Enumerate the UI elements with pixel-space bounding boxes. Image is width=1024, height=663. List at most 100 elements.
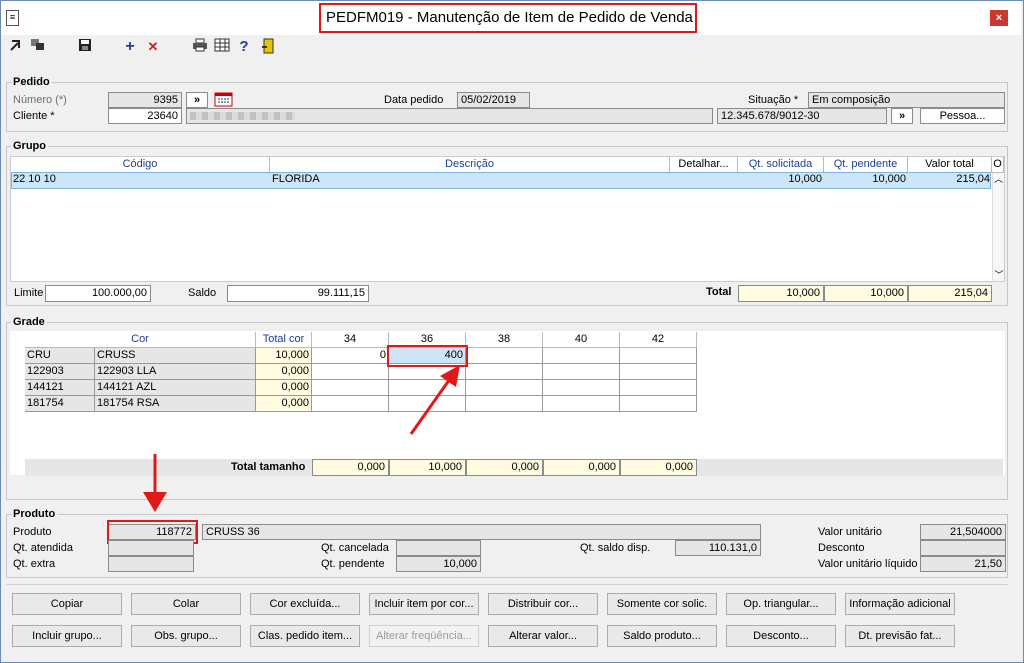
valor-unitario-label: Valor unitário (818, 526, 882, 538)
data-pedido-label: Data pedido (384, 94, 444, 106)
alterar-frequencia-button[interactable]: Alterar freqüência... (369, 625, 479, 647)
limite-field[interactable]: 100.000,00 (45, 285, 151, 302)
total-qt-pendente: 10,000 (824, 285, 908, 302)
grid-view-icon[interactable] (213, 38, 231, 56)
grade-cell-34[interactable] (312, 364, 389, 380)
clas-pedido-item-button[interactable]: Clas. pedido item... (250, 625, 360, 647)
grade-cell-38[interactable] (466, 380, 543, 396)
distribuir-cor-button[interactable]: Distribuir cor... (488, 593, 598, 615)
informacao-adicional-button[interactable]: Informação adicional (845, 593, 955, 615)
desconto-button[interactable]: Desconto... (726, 625, 836, 647)
numero-field[interactable]: 9395 (108, 92, 182, 108)
qt-atendida-field (108, 540, 194, 556)
grade-cell-40[interactable] (543, 364, 620, 380)
dt-previsao-fat-button[interactable]: Dt. previsão fat... (845, 625, 955, 647)
grade-cell-38[interactable] (466, 396, 543, 412)
grupo-header-o[interactable]: O (992, 157, 1004, 173)
grade-header-total-cor[interactable]: Total cor (256, 332, 312, 348)
cnpj-nav-button[interactable]: » (891, 108, 913, 124)
total-size-38: 0,000 (466, 459, 543, 476)
grade-cell-34[interactable] (312, 396, 389, 412)
grupo-row-descricao: FLORIDA (272, 173, 320, 185)
grupo-row-codigo: 22 10 10 (13, 173, 56, 185)
cor-excluida-button[interactable]: Cor excluída... (250, 593, 360, 615)
save-icon[interactable] (76, 38, 94, 56)
grupo-header-qt-solicitada[interactable]: Qt. solicitada (738, 157, 824, 173)
incluir-item-por-cor-button[interactable]: Incluir item por cor... (369, 593, 479, 615)
desconto-field (920, 540, 1006, 556)
grade-cell-40[interactable] (543, 348, 620, 364)
grade-header-size-42[interactable]: 42 (620, 332, 697, 348)
help-icon[interactable]: ? (235, 38, 253, 56)
grade-row-total: 10,000 (256, 348, 312, 364)
grade-header-size-34[interactable]: 34 (312, 332, 389, 348)
saldo-label: Saldo (188, 287, 217, 299)
annotation-arrow-down (143, 454, 167, 512)
grade-row-name[interactable]: CRUSS (95, 348, 256, 364)
grade-row-code[interactable]: 122903 (25, 364, 95, 380)
numero-nav-button[interactable]: » (186, 92, 208, 108)
qt-saldo-field: 110.131,0 (675, 540, 761, 556)
obs-grupo-button[interactable]: Obs. grupo... (131, 625, 241, 647)
copy-record-icon[interactable] (29, 38, 47, 56)
saldo-field[interactable]: 99.111,15 (227, 285, 369, 302)
grade-row-code[interactable]: 144121 (25, 380, 95, 396)
grupo-header-valor-total[interactable]: Valor total (908, 157, 992, 173)
grade-row-code[interactable]: CRU (25, 348, 95, 364)
add-icon[interactable]: + (121, 38, 139, 56)
grupo-row-qt-pendente: 10,000 (872, 173, 906, 185)
scroll-down-icon[interactable]: ﹀ (993, 269, 1005, 281)
grupo-scrollbar[interactable]: ︿ ﹀ (992, 173, 1004, 281)
grade-header-size-40[interactable]: 40 (543, 332, 620, 348)
grade-row-name[interactable]: 181754 RSA (95, 396, 256, 412)
data-pedido-field[interactable]: 05/02/2019 (457, 92, 530, 108)
grupo-header-codigo[interactable]: Código (11, 157, 270, 173)
cliente-name-field (186, 108, 713, 124)
alterar-valor-button[interactable]: Alterar valor... (488, 625, 598, 647)
grade-row-total: 0,000 (256, 396, 312, 412)
grade-row-name[interactable]: 122903 LLA (95, 364, 256, 380)
exit-door-icon[interactable] (259, 38, 277, 56)
grade-cell-42[interactable] (620, 396, 697, 412)
grupo-header-qt-pendente[interactable]: Qt. pendente (824, 157, 908, 173)
qt-pendente-field: 10,000 (396, 556, 481, 572)
op-triangular-button[interactable]: Op. triangular... (726, 593, 836, 615)
qt-atendida-label: Qt. atendida (13, 542, 73, 554)
scroll-up-icon[interactable]: ︿ (993, 173, 1004, 185)
grade-cell-42[interactable] (620, 364, 697, 380)
pessoa-button[interactable]: Pessoa... (920, 108, 1005, 124)
grade-cell-34[interactable] (312, 380, 389, 396)
saldo-produto-button[interactable]: Saldo produto... (607, 625, 717, 647)
grupo-header-descricao[interactable]: Descrição (270, 157, 670, 173)
desconto-label: Desconto (818, 542, 865, 554)
grade-cell-40[interactable] (543, 380, 620, 396)
grade-cell-42[interactable] (620, 380, 697, 396)
grade-cell-38[interactable] (466, 364, 543, 380)
grade-cell-40[interactable] (543, 396, 620, 412)
colar-button[interactable]: Colar (131, 593, 241, 615)
somente-cor-solic-button[interactable]: Somente cor solic. (607, 593, 717, 615)
situacao-field[interactable]: Em composição (808, 92, 1005, 108)
copiar-button[interactable]: Copiar (12, 593, 122, 615)
produto-label: Produto (13, 526, 52, 538)
grade-cell-38[interactable] (466, 348, 543, 364)
document-icon: ≡ (6, 10, 19, 26)
valor-liquido-label: Valor unitário líquido (818, 558, 918, 570)
close-icon[interactable]: × (990, 10, 1008, 26)
grade-row-name[interactable]: 144121 AZL (95, 380, 256, 396)
incluir-grupo-button[interactable]: Incluir grupo... (12, 625, 122, 647)
redacted-client-name (190, 112, 295, 120)
qt-extra-field (108, 556, 194, 572)
calendar-icon[interactable] (214, 92, 233, 107)
delete-icon[interactable]: ✕ (144, 38, 162, 56)
print-icon[interactable] (191, 38, 209, 56)
grade-header-size-38[interactable]: 38 (466, 332, 543, 348)
grade-cell-42[interactable] (620, 348, 697, 364)
first-record-icon[interactable] (7, 38, 25, 56)
cliente-field[interactable]: 23640 (108, 108, 182, 124)
grade-row-code[interactable]: 181754 (25, 396, 95, 412)
grade-header-cor[interactable]: Cor (25, 332, 256, 348)
total-size-36: 10,000 (389, 459, 466, 476)
grade-cell-34[interactable]: 0 (312, 348, 389, 364)
grupo-header-detalhar[interactable]: Detalhar... (670, 157, 738, 173)
